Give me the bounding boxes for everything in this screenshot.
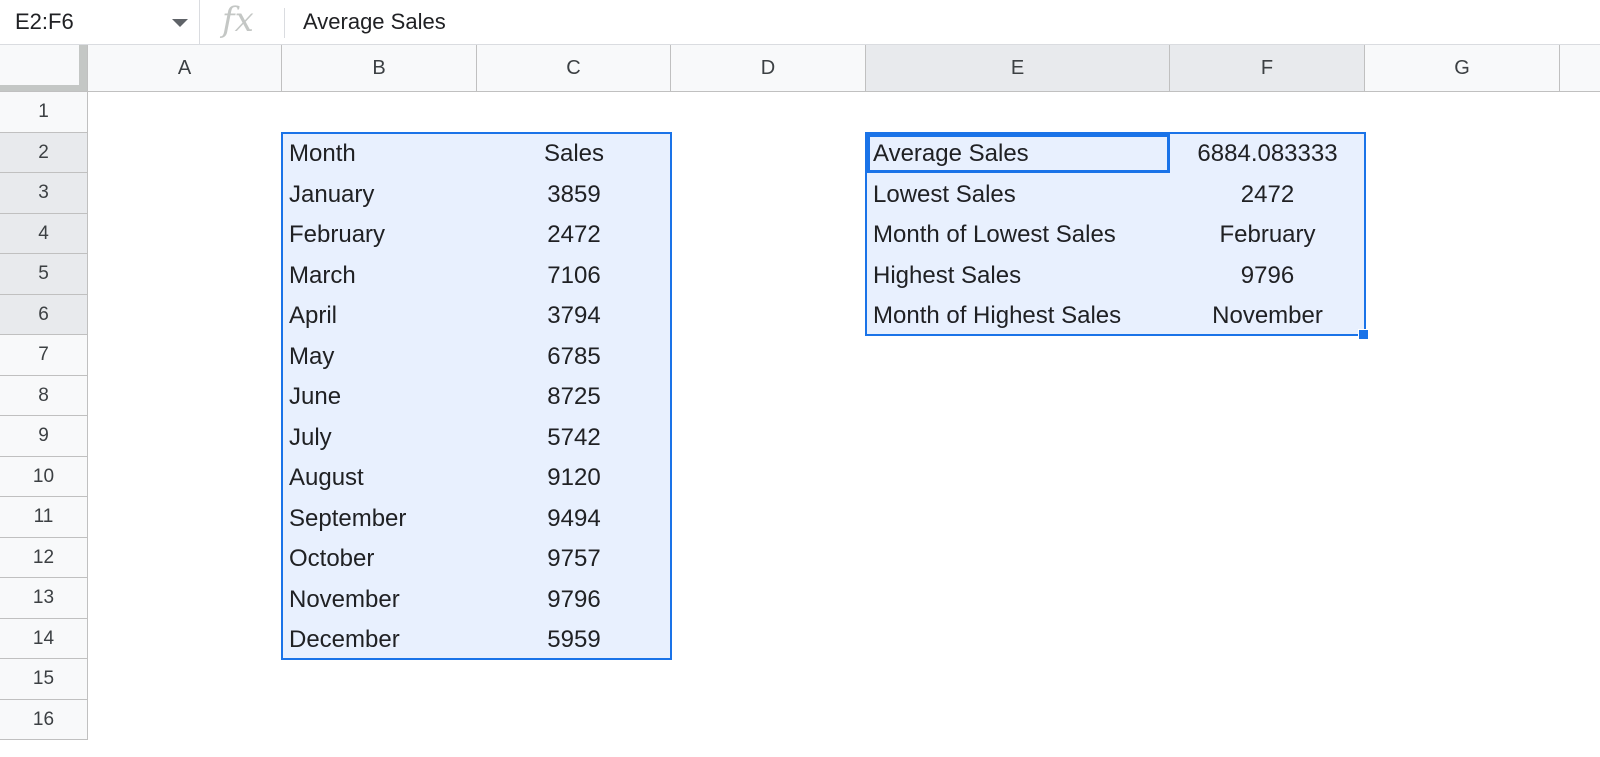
row-header-10[interactable]: 10	[0, 457, 88, 497]
column-header-b[interactable]: B	[282, 45, 477, 92]
sales-cell[interactable]: 9494	[477, 497, 671, 538]
frozen-row-handle[interactable]	[0, 85, 87, 91]
sales-cell[interactable]: 5959	[477, 619, 671, 659]
column-header-d[interactable]: D	[671, 45, 866, 92]
summary-value-cell[interactable]: November	[1170, 295, 1365, 335]
row-header-14[interactable]: 14	[0, 619, 88, 659]
header-cell-sales[interactable]: Sales	[477, 133, 671, 173]
summary-label-cell[interactable]: Lowest Sales	[866, 173, 1170, 214]
month-cell[interactable]: January	[282, 173, 477, 214]
summary-value-cell[interactable]: 2472	[1170, 173, 1365, 214]
formula-input[interactable]: Average Sales	[303, 10, 446, 34]
header-cell-month[interactable]: Month	[282, 133, 477, 173]
month-cell[interactable]: April	[282, 295, 477, 335]
summary-label-cell[interactable]: Average Sales	[866, 133, 1170, 173]
formula-bar: E2:F6 fx Average Sales	[0, 0, 1600, 45]
month-cell[interactable]: February	[282, 214, 477, 254]
select-all-corner[interactable]	[0, 45, 88, 92]
row-header-12[interactable]: 12	[0, 538, 88, 578]
month-cell[interactable]: July	[282, 416, 477, 457]
row-header-3[interactable]: 3	[0, 173, 88, 214]
row-header-1[interactable]: 1	[0, 92, 88, 133]
month-cell[interactable]: June	[282, 376, 477, 416]
sales-cell[interactable]: 8725	[477, 376, 671, 416]
column-header-a[interactable]: A	[88, 45, 282, 92]
column-header-overflow	[1560, 45, 1600, 92]
sales-cell[interactable]: 5742	[477, 416, 671, 457]
row-header-8[interactable]: 8	[0, 376, 88, 416]
month-cell[interactable]: May	[282, 335, 477, 376]
chevron-down-icon[interactable]	[172, 19, 188, 27]
row-header-5[interactable]: 5	[0, 254, 88, 295]
month-cell[interactable]: October	[282, 538, 477, 578]
row-header-11[interactable]: 11	[0, 497, 88, 538]
row-header-15[interactable]: 15	[0, 659, 88, 700]
summary-label-cell[interactable]: Highest Sales	[866, 254, 1170, 295]
row-header-2[interactable]: 2	[0, 133, 88, 173]
row-header-6[interactable]: 6	[0, 295, 88, 335]
sales-cell[interactable]: 7106	[477, 254, 671, 295]
column-header-f[interactable]: F	[1170, 45, 1365, 92]
month-cell[interactable]: March	[282, 254, 477, 295]
fx-icon: fx	[222, 0, 254, 40]
month-cell[interactable]: August	[282, 457, 477, 497]
month-cell[interactable]: December	[282, 619, 477, 659]
row-header-13[interactable]: 13	[0, 578, 88, 619]
summary-label-cell[interactable]: Month of Lowest Sales	[866, 214, 1170, 254]
column-header-e[interactable]: E	[866, 45, 1170, 92]
summary-label-cell[interactable]: Month of Highest Sales	[866, 295, 1170, 335]
row-header-4[interactable]: 4	[0, 214, 88, 254]
row-header-9[interactable]: 9	[0, 416, 88, 457]
name-box[interactable]: E2:F6	[0, 0, 200, 44]
sales-cell[interactable]: 9757	[477, 538, 671, 578]
month-cell[interactable]: September	[282, 497, 477, 538]
spreadsheet-app: E2:F6 fx Average Sales ABCDEFG 123456789…	[0, 0, 1600, 757]
sales-cell[interactable]: 9796	[477, 578, 671, 619]
row-header-7[interactable]: 7	[0, 335, 88, 376]
sales-cell[interactable]: 9120	[477, 457, 671, 497]
sales-cell[interactable]: 6785	[477, 335, 671, 376]
column-header-c[interactable]: C	[477, 45, 671, 92]
row-header-16[interactable]: 16	[0, 700, 88, 740]
summary-value-cell[interactable]: 9796	[1170, 254, 1365, 295]
sales-cell[interactable]: 3794	[477, 295, 671, 335]
name-box-value[interactable]: E2:F6	[15, 10, 74, 34]
sales-cell[interactable]: 3859	[477, 173, 671, 214]
month-cell[interactable]: November	[282, 578, 477, 619]
summary-value-cell[interactable]: February	[1170, 214, 1365, 254]
summary-value-cell[interactable]: 6884.083333	[1170, 133, 1365, 173]
formula-bar-divider	[284, 8, 285, 38]
column-header-g[interactable]: G	[1365, 45, 1560, 92]
sales-cell[interactable]: 2472	[477, 214, 671, 254]
